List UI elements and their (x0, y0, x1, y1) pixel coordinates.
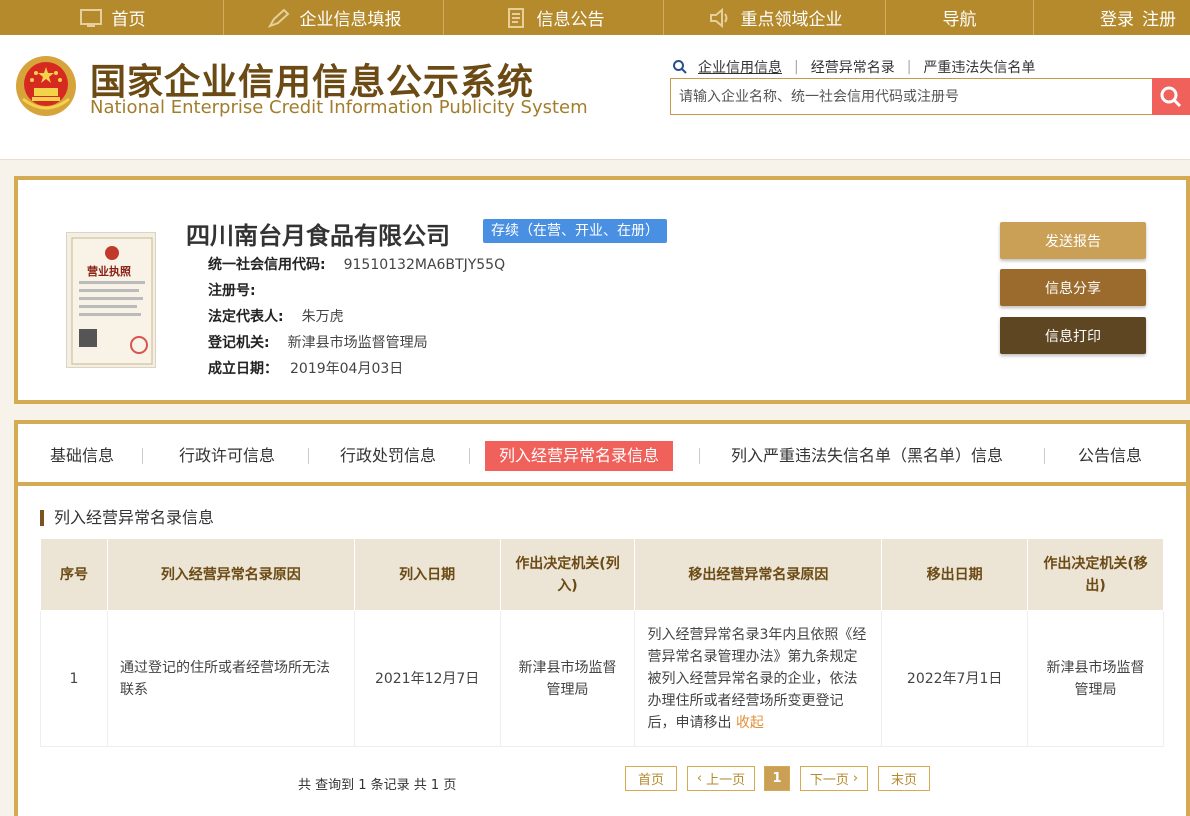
nav-report[interactable]: 企业信息填报 (224, 0, 444, 35)
cell-no: 1 (40, 610, 108, 747)
cell-authority-out: 新津县市场监督管理局 (1027, 610, 1164, 747)
quick-links: 企业信用信息 | 经营异常名录 | 严重违法失信名单 (672, 57, 1035, 77)
nav-navigation[interactable]: 导航 (886, 0, 1034, 35)
tab-divider (699, 448, 700, 464)
pen-icon (267, 8, 289, 28)
abnormal-list-table: 序号 列入经营异常名录原因 列入日期 作出决定机关(列入) 移出经营异常名录原因… (40, 538, 1164, 747)
first-page-button[interactable]: 首页 (625, 766, 677, 791)
column-header: 移出经营异常名录原因 (634, 538, 883, 611)
table-row: 1 通过登记的住所或者经营场所无法联系 2021年12月7日 新津县市场监督管理… (40, 610, 1164, 747)
info-label: 登记机关: (208, 335, 270, 351)
section-title: 列入经营异常名录信息 (40, 510, 214, 526)
info-value: 朱万虎 (301, 309, 344, 325)
table-header-row: 序号 列入经营异常名录原因 列入日期 作出决定机关(列入) 移出经营异常名录原因… (40, 538, 1164, 611)
tab-abnormal-list[interactable]: 列入经营异常名录信息 (485, 441, 674, 471)
column-header: 列入经营异常名录原因 (106, 538, 355, 611)
column-header: 移出日期 (881, 538, 1029, 611)
tab-basic-info[interactable]: 基础信息 (36, 441, 128, 471)
send-report-button[interactable]: 发送报告 (1000, 222, 1146, 259)
nav-key-enterprises-label: 重点领域企业 (740, 10, 843, 30)
register-link[interactable]: 注册 (1142, 5, 1176, 30)
company-card: 营业执照 四川南台月食品有限公司 存续（在营、开业、在册） 统一社会信用代码: 9… (14, 176, 1190, 404)
nav-home-label: 首页 (111, 10, 146, 30)
print-info-button[interactable]: 信息打印 (1000, 317, 1146, 354)
document-icon (507, 7, 524, 28)
next-page-label: 下一页 (809, 773, 849, 788)
search-bar (670, 78, 1190, 115)
company-name: 四川南台月食品有限公司 (186, 222, 450, 250)
share-info-button[interactable]: 信息分享 (1000, 269, 1146, 306)
tab-divider (308, 448, 309, 464)
info-label: 统一社会信用代码: (208, 257, 326, 273)
detail-panel: 基础信息 行政许可信息 行政处罚信息 列入经营异常名录信息 列入严重违法失信名单… (14, 420, 1190, 816)
nav-announcement-label: 信息公告 (536, 10, 605, 30)
site-header: 国家企业信用信息公示系统 National Enterprise Credit … (0, 35, 1190, 160)
tab-divider (469, 448, 470, 464)
prev-page-button[interactable]: ‹ 上一页 (687, 766, 755, 791)
nav-report-label: 企业信息填报 (299, 10, 402, 30)
status-badge: 存续（在营、开业、在册） (483, 219, 667, 243)
collapse-link[interactable]: 收起 (736, 715, 764, 731)
next-page-button[interactable]: 下一页 › (800, 766, 868, 791)
top-navigation: 首页 企业信息填报 信息公告 重点领域企业 导航 登录 注册 (0, 0, 1190, 35)
divider: | (794, 59, 799, 75)
tab-blacklist[interactable]: 列入严重违法失信名单（黑名单）信息 (717, 441, 1017, 471)
pagination: 共 查询到 1 条记录 共 1 页 首页 ‹ 上一页 1 下一页 › 末页 (18, 766, 1186, 796)
last-page-button[interactable]: 末页 (878, 766, 930, 791)
cell-date-in: 2021年12月7日 (353, 610, 501, 747)
column-header: 列入日期 (353, 538, 501, 611)
cell-reason-in: 通过登记的住所或者经营场所无法联系 (106, 610, 355, 747)
license-thumbnail-icon (71, 237, 153, 365)
nav-key-enterprises[interactable]: 重点领域企业 (664, 0, 886, 35)
info-value: 91510132MA6BTJY55Q (343, 257, 506, 273)
info-row-authority: 登记机关: 新津县市场监督管理局 (208, 330, 505, 356)
search-icon (673, 60, 687, 74)
speaker-icon (709, 7, 727, 28)
login-register: 登录 注册 (1100, 0, 1190, 35)
quick-link-abnormal[interactable]: 经营异常名录 (811, 57, 895, 77)
tab-announcements[interactable]: 公告信息 (1064, 441, 1156, 471)
info-label: 法定代表人: (208, 309, 284, 325)
info-row-credit-code: 统一社会信用代码: 91510132MA6BTJY55Q (208, 252, 505, 278)
column-header: 作出决定机关(移出) (1027, 538, 1164, 611)
info-label: 成立日期： (208, 361, 278, 377)
tab-admin-penalty[interactable]: 行政处罚信息 (326, 441, 450, 471)
tab-bar: 基础信息 行政许可信息 行政处罚信息 列入经营异常名录信息 列入严重违法失信名单… (18, 424, 1186, 486)
license-label: 营业执照 (87, 265, 131, 278)
business-license-image[interactable]: 营业执照 (66, 232, 156, 368)
login-link[interactable]: 登录 (1100, 5, 1134, 30)
tab-divider (142, 448, 143, 464)
tab-divider (1044, 448, 1045, 464)
cell-date-out: 2022年7月1日 (881, 610, 1029, 747)
pagination-summary: 共 查询到 1 条记录 共 1 页 (298, 778, 457, 793)
search-button[interactable] (1152, 78, 1190, 115)
quick-link-credit[interactable]: 企业信用信息 (698, 57, 782, 77)
info-label: 注册号: (208, 283, 256, 299)
info-row-reg-no: 注册号: (208, 278, 505, 304)
cell-reason-out: 列入经营异常名录3年内且依照《经营异常名录管理办法》第九条规定被列入经营异常名录… (634, 610, 883, 747)
divider: | (906, 59, 912, 75)
chevron-left-icon: ‹ (696, 771, 703, 786)
info-value: 新津县市场监督管理局 (287, 335, 428, 351)
info-row-legal-rep: 法定代表人: 朱万虎 (208, 304, 505, 330)
quick-link-blacklist[interactable]: 严重违法失信名单 (923, 57, 1035, 77)
cell-authority-in: 新津县市场监督管理局 (499, 610, 636, 747)
national-emblem-icon (16, 56, 76, 116)
column-header: 序号 (40, 538, 108, 611)
chevron-right-icon: › (852, 771, 859, 786)
column-header: 作出决定机关(列入) (499, 538, 636, 611)
tab-admin-license[interactable]: 行政许可信息 (165, 441, 289, 471)
home-icon (79, 8, 102, 27)
prev-page-label: 上一页 (706, 773, 746, 788)
company-info: 统一社会信用代码: 91510132MA6BTJY55Q 注册号: 法定代表人: 朱… (208, 252, 505, 382)
search-icon (1160, 86, 1182, 107)
info-row-founded: 成立日期： 2019年04月03日 (208, 356, 505, 382)
info-value: 2019年04月03日 (290, 361, 404, 377)
site-title-en: National Enterprise Credit Information P… (90, 97, 588, 118)
current-page-button[interactable]: 1 (764, 766, 790, 791)
nav-home[interactable]: 首页 (0, 0, 224, 35)
nav-navigation-label: 导航 (942, 10, 977, 30)
nav-announcement[interactable]: 信息公告 (444, 0, 664, 35)
search-input[interactable] (670, 78, 1152, 115)
